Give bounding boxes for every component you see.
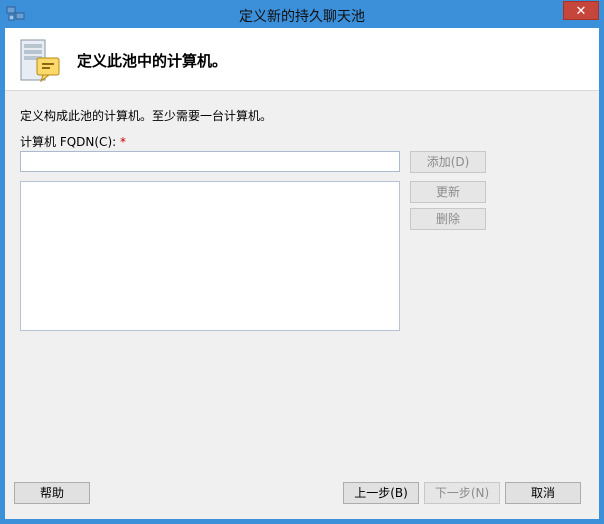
title-bar: 定义新的持久聊天池 ✕ [1,1,603,28]
back-button[interactable]: 上一步(B) [343,482,419,504]
wizard-window: 定义新的持久聊天池 ✕ 定义此池中的计算机。 定义构成此池的计算机。至少需要一台… [0,0,604,524]
next-button[interactable]: 下一步(N) [424,482,500,504]
fqdn-input[interactable] [20,151,400,172]
fqdn-label-text: 计算机 FQDN(C): [20,135,117,149]
page-title: 定义此池中的计算机。 [77,52,228,70]
page-description: 定义构成此池的计算机。至少需要一台计算机。 [20,109,273,123]
window-title: 定义新的持久聊天池 [239,9,365,25]
server-chat-icon [20,39,60,83]
wizard-header: 定义此池中的计算机。 [5,28,599,91]
close-button[interactable]: ✕ [563,1,599,20]
cancel-button[interactable]: 取消 [505,482,581,504]
update-button[interactable]: 更新 [410,181,486,203]
computer-list[interactable] [20,181,400,331]
help-button[interactable]: 帮助 [14,482,90,504]
add-button[interactable]: 添加(D) [410,151,486,173]
fqdn-label: 计算机 FQDN(C): * [20,133,126,150]
wizard-client-area: 定义此池中的计算机。 定义构成此池的计算机。至少需要一台计算机。 计算机 FQD… [5,28,599,519]
delete-button[interactable]: 删除 [410,208,486,230]
required-marker: * [120,135,126,149]
